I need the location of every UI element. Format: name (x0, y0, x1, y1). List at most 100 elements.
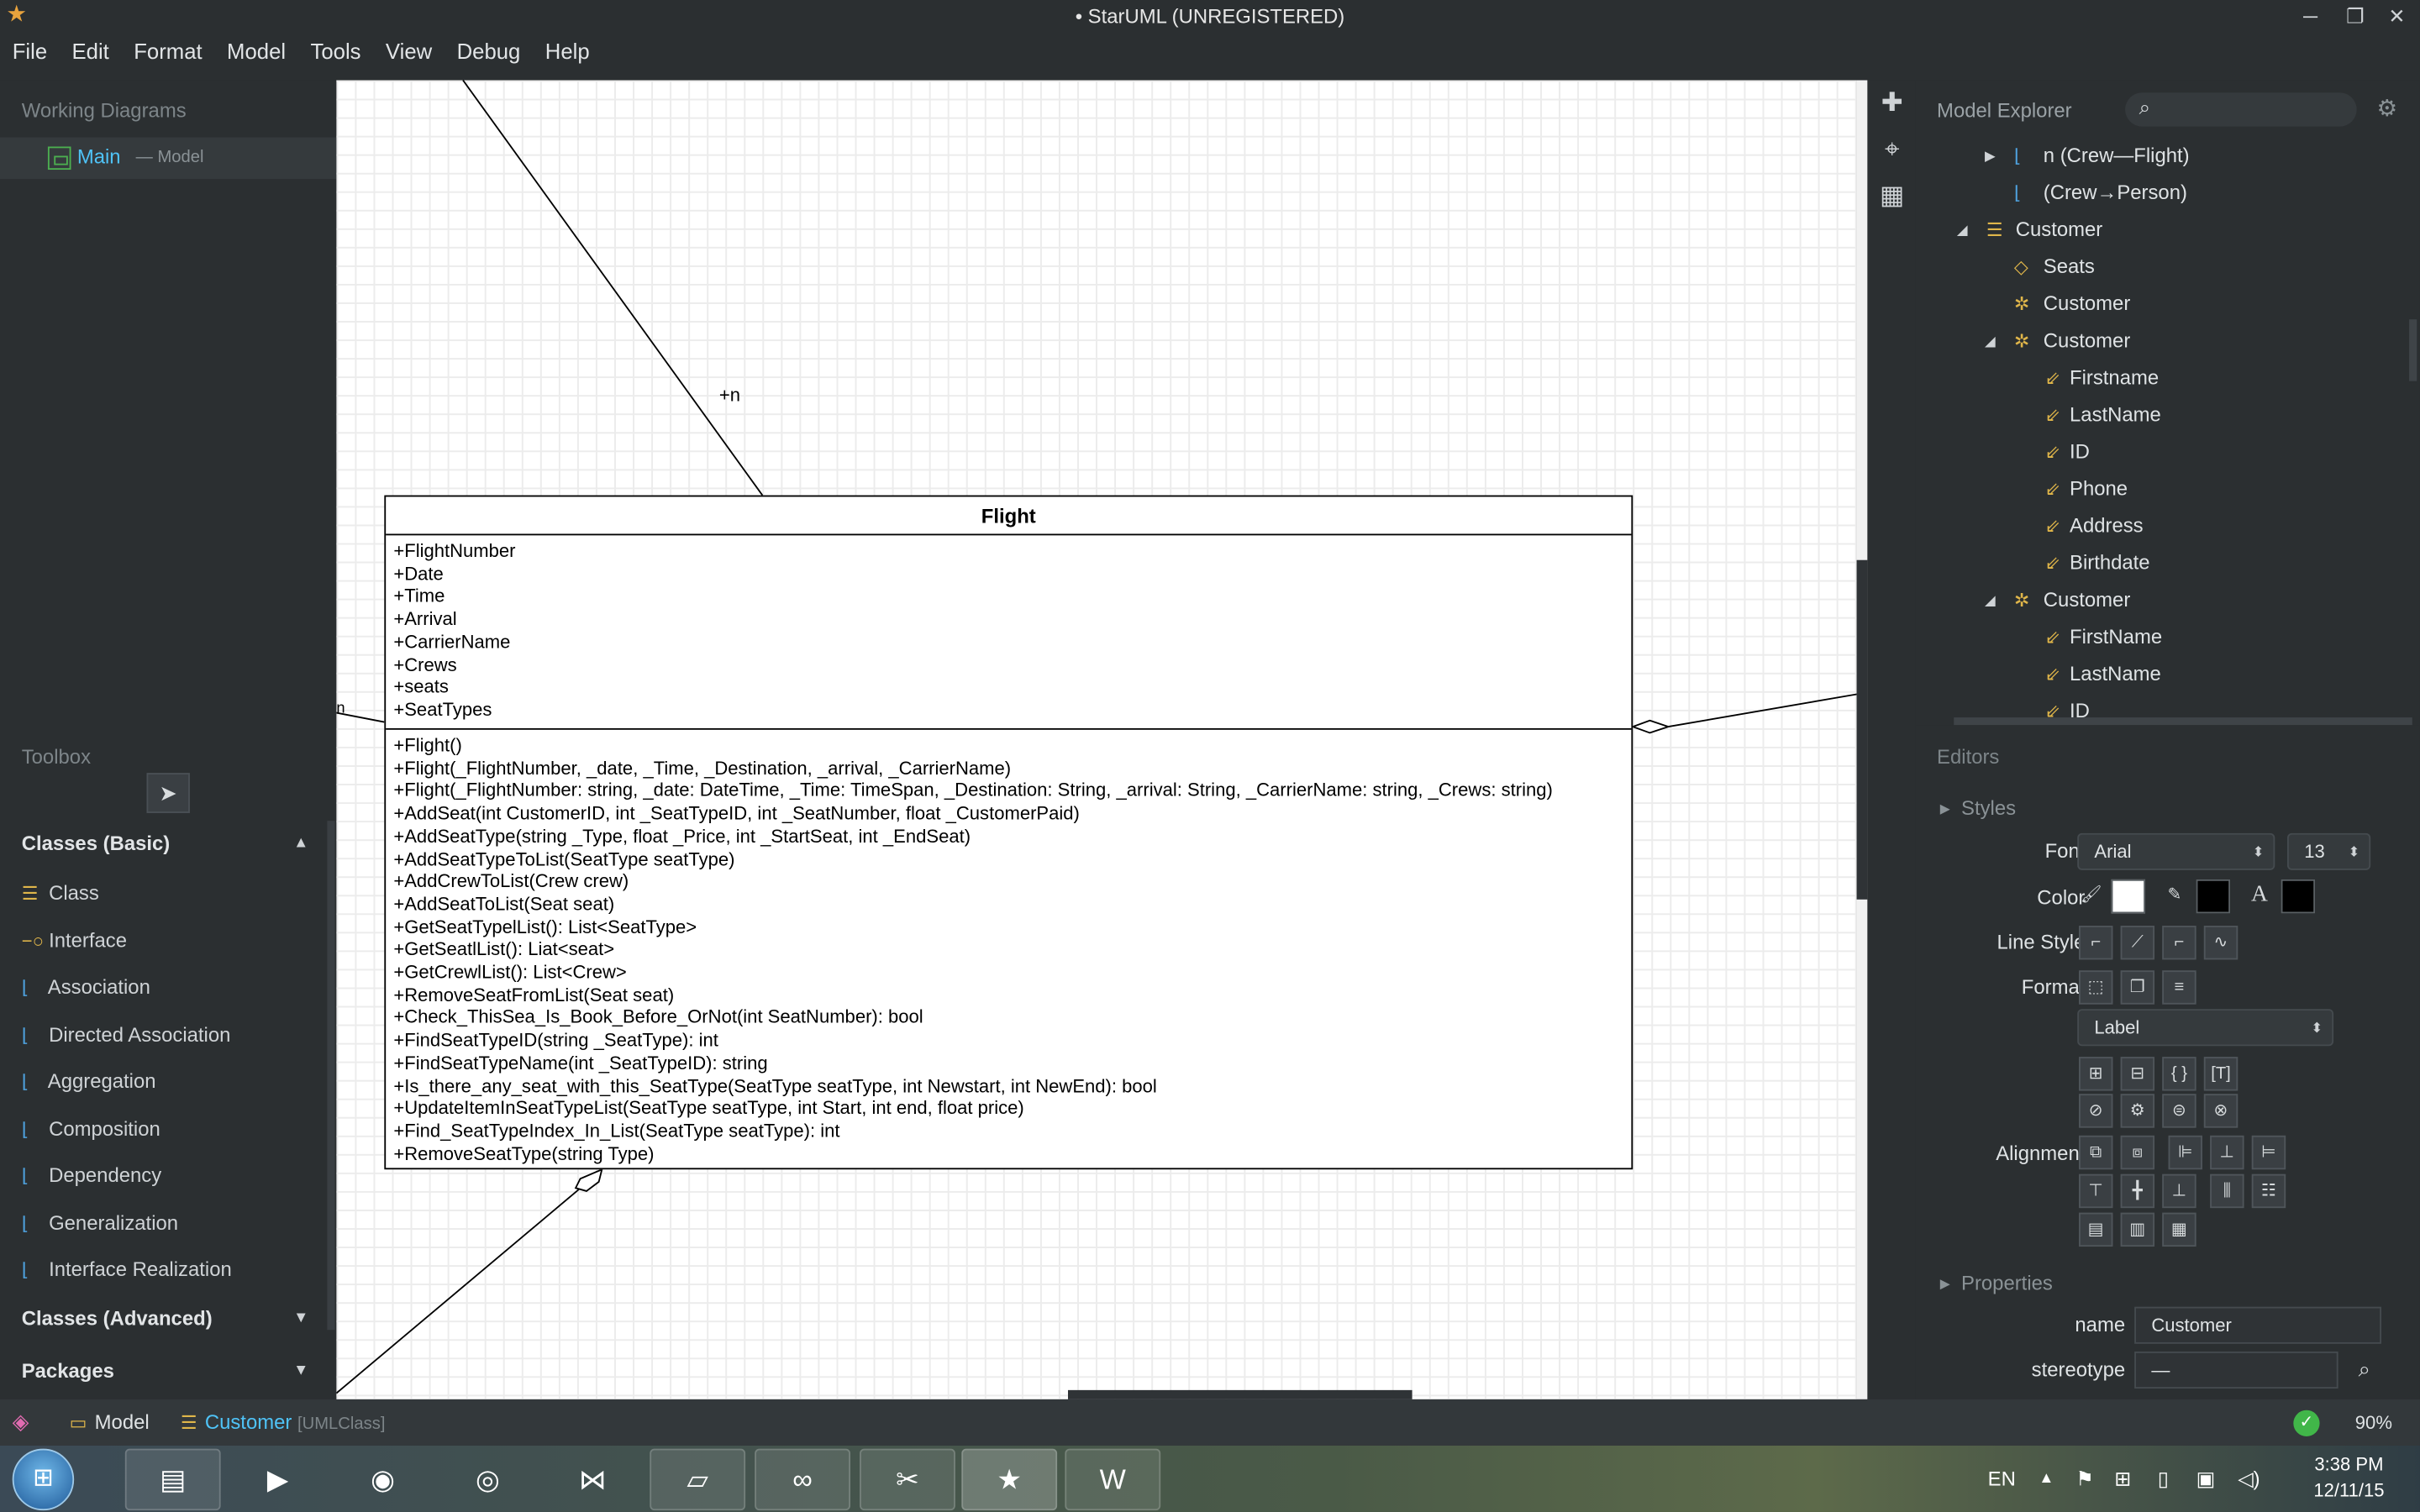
suppress-operations-icon[interactable]: ⚙ (2120, 1094, 2155, 1128)
operation[interactable]: +FindSeatTypeName(int _SeatTypeID): stri… (393, 1052, 1631, 1074)
space-equally-vertical-icon[interactable]: ☷ (2251, 1173, 2286, 1209)
name-field[interactable]: Customer (2134, 1306, 2382, 1344)
operation[interactable]: +GetSeatTypelList(): List<SeatType> (393, 916, 1631, 938)
toolbox-scrollbar[interactable] (327, 821, 335, 1331)
gear-icon[interactable]: ⚙ (2377, 94, 2398, 122)
attribute[interactable]: +seats (393, 676, 1631, 699)
search-icon[interactable]: ⌕ (2348, 1353, 2381, 1387)
tool-dependency[interactable]: ⌊ Dependency (22, 1158, 161, 1194)
operation[interactable]: +Flight(_FlightNumber: string, _date: Da… (393, 780, 1631, 802)
aggregation-line-right[interactable] (1668, 693, 1857, 727)
operation[interactable]: +AddSeatToList(Seat seat) (393, 893, 1631, 916)
crosshair-navigate-icon[interactable]: ⌖ (1876, 133, 1909, 166)
tool-composition[interactable]: ⌊ Composition (22, 1110, 160, 1147)
model-explorer-search[interactable]: ⌕ (2125, 92, 2357, 127)
space-equally-horizontal-icon[interactable]: ⫼ (2210, 1173, 2244, 1209)
line-style-rounded-icon[interactable]: ⌐ (2162, 926, 2196, 960)
tree-item[interactable]: ⇙ LastName (1915, 396, 2409, 433)
breadcrumb-model[interactable]: ▭ Model (70, 1410, 150, 1434)
menu-file[interactable]: File (0, 34, 60, 67)
properties-section-toggle[interactable]: ▸ Properties (1940, 1271, 2053, 1295)
menu-view[interactable]: View (373, 34, 445, 67)
taskbar-media-player[interactable]: ▶ (230, 1449, 326, 1510)
operation[interactable]: +GetCrewlList(): List<Crew> (393, 961, 1631, 984)
extension-puzzle-icon[interactable]: ✚ (1876, 87, 1909, 120)
line-color-swatch[interactable] (2196, 879, 2231, 914)
align-right-icon[interactable]: ⊨ (2251, 1135, 2286, 1170)
attribute[interactable]: +Crews (393, 654, 1631, 676)
menu-edit[interactable]: Edit (60, 34, 122, 67)
align-top-icon[interactable]: ⊤ (2079, 1173, 2113, 1209)
stereotype-field[interactable]: — (2134, 1351, 2338, 1389)
format-word-wrap-icon[interactable]: ≡ (2162, 970, 2196, 1005)
menu-tools[interactable]: Tools (298, 34, 373, 67)
uml-class-flight[interactable]: Flight +FlightNumber +Date +Time +Arriva… (384, 495, 1634, 1170)
tree-item[interactable]: ▶ ⌊ n (Crew—Flight) (1915, 137, 2409, 174)
explorer-vertical-scrollbar[interactable] (2409, 319, 2417, 381)
taskbar-visual-studio[interactable]: ∞ (755, 1448, 851, 1511)
send-to-back-icon[interactable]: ⧈ (2120, 1135, 2155, 1170)
toolbox-section-packages[interactable]: Packages ▼ (0, 1350, 327, 1393)
tool-generalization[interactable]: ⌊ Generalization (22, 1205, 178, 1242)
taskbar-tools-app[interactable]: ✂ (860, 1448, 955, 1511)
font-color-icon[interactable]: A (2243, 879, 2276, 913)
tree-item[interactable]: ⇙ ID (1915, 433, 2409, 470)
minimize-button[interactable]: ─ (2287, 0, 2333, 34)
operation[interactable]: +GetSeatlList(): Liat<seat> (393, 938, 1631, 961)
battery-icon[interactable]: ▯ (2158, 1446, 2169, 1512)
show-type-icon[interactable]: [T] (2203, 1057, 2238, 1091)
operation[interactable]: +RemoveSeatFromList(Seat seat) (393, 984, 1631, 1006)
line-style-rectilinear-icon[interactable]: ⌐ (2079, 926, 2113, 960)
action-center-flag-icon[interactable]: ⚑ (2075, 1446, 2093, 1512)
tree-item[interactable]: ✲ Customer (1915, 286, 2409, 323)
tree-item[interactable]: ◢ ☰ Customer (1915, 212, 2409, 249)
operation[interactable]: +Check_ThisSea_Is_Book_Before_OrNot(int … (393, 1006, 1631, 1029)
tool-class[interactable]: ☰ Class (22, 874, 99, 911)
operation[interactable]: +AddSeatTypeToList(SeatType seatType) (393, 848, 1631, 870)
network-icon[interactable]: ▣ (2196, 1446, 2216, 1512)
show-visibility-icon[interactable]: ⊞ (2079, 1057, 2113, 1091)
operation[interactable]: +Flight() (393, 734, 1631, 757)
operation[interactable]: +AddSeat(int CustomerID, int _SeatTypeID… (393, 802, 1631, 825)
align-left-icon[interactable]: ⊫ (2168, 1135, 2202, 1170)
taskbar-media-app[interactable]: ⋈ (544, 1449, 640, 1510)
explorer-horizontal-scrollbar[interactable] (1954, 717, 2412, 726)
tree-item[interactable]: ◢ ✲ Customer (1915, 581, 2409, 618)
windows-start-button[interactable]: ⊞ (12, 1448, 75, 1511)
operation[interactable]: +Find_SeatTypeIndex_In_List(SeatType sea… (393, 1120, 1631, 1142)
language-indicator[interactable]: EN (1988, 1446, 2016, 1512)
set-width-equally-icon[interactable]: ▤ (2079, 1212, 2113, 1247)
tool-directed-association[interactable]: ⌊ Directed Association (22, 1016, 231, 1053)
collapse-arrow-icon[interactable]: ◢ (1957, 212, 1968, 249)
operation[interactable]: +AddCrewToList(Crew crew) (393, 870, 1631, 893)
operation[interactable]: +RemoveSeatType(string Type) (393, 1142, 1631, 1165)
canvas-vertical-scrollbar[interactable] (1856, 80, 1868, 1399)
suppress-literals-icon[interactable]: ⊗ (2203, 1094, 2238, 1128)
show-hidden-icons-icon[interactable]: ▲ (2039, 1446, 2054, 1512)
align-center-icon[interactable]: ⊥ (2210, 1135, 2244, 1170)
volume-icon[interactable]: ◁) (2238, 1446, 2260, 1512)
attribute[interactable]: +Date (393, 563, 1631, 585)
attribute[interactable]: +FlightNumber (393, 540, 1631, 563)
tree-item[interactable]: ⇙ ID (1915, 693, 2409, 717)
tree-item[interactable]: ⇙ Firstname (1915, 360, 2409, 396)
breadcrumb-selected[interactable]: ☰ Customer [UMLClass] (181, 1410, 386, 1434)
align-middle-icon[interactable]: ╋ (2120, 1173, 2155, 1209)
suppress-receptions-icon[interactable]: ⊜ (2162, 1094, 2196, 1128)
menu-format[interactable]: Format (122, 34, 215, 67)
select-tool-button[interactable]: ➤ (146, 773, 190, 813)
aggregation-line-bottom[interactable] (336, 1189, 580, 1394)
association-line-top[interactable] (462, 80, 764, 496)
font-size-select[interactable]: 13 ⬍ (2286, 832, 2371, 870)
collapse-arrow-icon[interactable]: ◢ (1985, 581, 1996, 618)
validation-ok-icon[interactable]: ✓ (2293, 1410, 2320, 1436)
working-diagram-item-main[interactable]: Main — Model (0, 137, 337, 180)
tree-item[interactable]: ⇙ LastName (1915, 656, 2409, 693)
attribute[interactable]: +CarrierName (393, 631, 1631, 654)
diagram-canvas[interactable]: +n n Flight +FlightNumber +Date +Time +A… (336, 80, 1857, 1399)
close-button[interactable]: ✕ (2374, 0, 2420, 34)
operation[interactable]: +FindSeatTypeID(string _SeatType): int (393, 1029, 1631, 1052)
line-style-curve-icon[interactable]: ∿ (2203, 926, 2238, 960)
taskbar-word[interactable]: W (1065, 1448, 1161, 1511)
format-auto-resize-icon[interactable]: ⬚ (2079, 970, 2113, 1005)
